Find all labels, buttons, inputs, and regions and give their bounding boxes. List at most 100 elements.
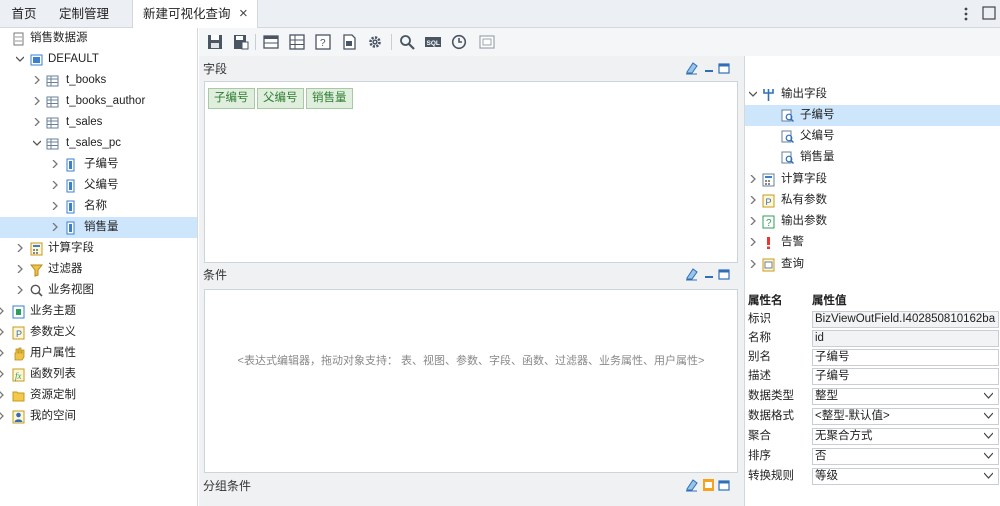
condition-expression-editor[interactable]: <表达式编辑器，拖动对象支持： 表、视图、参数、字段、函数、过滤器、业务属性、用… [204, 289, 738, 473]
minimize-icon[interactable] [704, 61, 714, 75]
chevron-right-icon[interactable] [749, 238, 757, 246]
outline-node-private-params[interactable]: P 私有参数 [745, 190, 1000, 211]
maximize-icon[interactable] [718, 267, 730, 281]
chevron-down-icon[interactable] [33, 139, 41, 147]
transform-rule-select[interactable]: 等级 [812, 468, 999, 485]
tree-node-my-space[interactable]: 我的空间 [0, 406, 197, 427]
chevron-right-icon[interactable] [51, 202, 59, 210]
clock-icon[interactable] [451, 34, 467, 50]
tree-node-field[interactable]: 名称 [0, 196, 197, 217]
data-type-select[interactable]: 整型 [812, 388, 999, 405]
tab-bar: 首页 定制管理 新建可视化查询 × [0, 0, 1000, 29]
chevron-right-icon[interactable] [0, 391, 5, 399]
chevron-right-icon[interactable] [749, 175, 757, 183]
tree-node-table[interactable]: t_books_author [0, 91, 197, 112]
tree-node-functions[interactable]: fx 函数列表 [0, 364, 197, 385]
chevron-right-icon[interactable] [51, 160, 59, 168]
alias-input[interactable]: 子编号 [812, 349, 999, 366]
maximize-icon[interactable] [718, 478, 730, 492]
tree-node-resources[interactable]: 资源定制 [0, 385, 197, 406]
outline-node-alerts[interactable]: 告警 [745, 232, 1000, 253]
svg-text:P: P [16, 329, 22, 339]
eraser-icon[interactable] [684, 61, 698, 75]
chevron-down-icon[interactable] [16, 55, 24, 63]
tree-node-schema[interactable]: DEFAULT [0, 49, 197, 70]
outline-node-output-fields[interactable]: 输出字段 [745, 84, 1000, 105]
tree-node-calc-fields[interactable]: 计算字段 [0, 238, 197, 259]
tree-node-datasource[interactable]: 销售数据源 [0, 28, 197, 49]
tree-node-user-attrs[interactable]: 用户属性 [0, 343, 197, 364]
preview-icon[interactable] [479, 34, 495, 50]
chevron-right-icon[interactable] [749, 217, 757, 225]
sql-icon[interactable]: SQL [425, 34, 441, 50]
aggregate-select[interactable]: 无聚合方式 [812, 428, 999, 445]
field-chip[interactable]: 父编号 [257, 88, 304, 109]
chevron-right-icon[interactable] [749, 196, 757, 204]
eraser-icon[interactable] [684, 478, 698, 492]
chevron-right-icon[interactable] [0, 328, 5, 336]
minimize-icon[interactable] [704, 267, 714, 281]
chevron-right-icon[interactable] [33, 76, 41, 84]
tab-new-visual-query[interactable]: 新建可视化查询 × [132, 0, 258, 29]
tree-label: 资源定制 [30, 389, 76, 401]
chevron-right-icon[interactable] [16, 265, 24, 273]
chevron-right-icon[interactable] [749, 260, 757, 268]
chevron-right-icon[interactable] [33, 118, 41, 126]
tree-node-field[interactable]: 子编号 [0, 154, 197, 175]
outline-node-output-params[interactable]: ? 输出参数 [745, 211, 1000, 232]
chevron-right-icon[interactable] [0, 307, 5, 315]
outline-node-calc-fields[interactable]: 计算字段 [745, 169, 1000, 190]
tree-node-field-selected[interactable]: 销售量 [0, 217, 197, 238]
outline-node-field-selected[interactable]: 子编号 [745, 105, 1000, 126]
field-search-icon [781, 151, 794, 164]
chevron-down-icon[interactable] [749, 90, 757, 98]
group-panel-header: 分组条件 [203, 474, 738, 498]
chevron-right-icon[interactable] [0, 370, 5, 378]
gear-icon[interactable] [367, 34, 383, 50]
tree-node-field[interactable]: 父编号 [0, 175, 197, 196]
sort-select[interactable]: 否 [812, 448, 999, 465]
search-icon[interactable] [399, 34, 415, 50]
tree-label: 销售量 [84, 221, 119, 233]
data-format-select[interactable]: <整型-默认值> [812, 408, 999, 425]
search-icon [30, 284, 43, 297]
tree-node-biz-views[interactable]: 业务视图 [0, 280, 197, 301]
select-value: 整型 [815, 390, 838, 402]
tree-node-filters[interactable]: 过滤器 [0, 259, 197, 280]
document-icon[interactable] [341, 34, 357, 50]
field-chip[interactable]: 子编号 [208, 88, 255, 109]
grid-icon[interactable] [289, 34, 305, 50]
restore-icon[interactable] [702, 478, 715, 492]
outline-node-field[interactable]: 销售量 [745, 147, 1000, 168]
chevron-right-icon[interactable] [16, 286, 24, 294]
tree-node-table[interactable]: t_sales_pc [0, 133, 197, 154]
close-icon[interactable]: × [239, 0, 248, 28]
maximize-icon[interactable] [718, 61, 730, 75]
outline-node-query[interactable]: 查询 [745, 254, 1000, 275]
maximize-icon[interactable] [982, 6, 996, 20]
fields-drop-area[interactable]: 子编号 父编号 销售量 [204, 81, 738, 263]
chevron-right-icon[interactable] [16, 244, 24, 252]
chevron-right-icon[interactable] [51, 181, 59, 189]
tree-node-table[interactable]: t_books [0, 70, 197, 91]
tree-node-param-defs[interactable]: P 参数定义 [0, 322, 197, 343]
chevron-right-icon[interactable] [51, 223, 59, 231]
description-input[interactable]: 子编号 [812, 368, 999, 385]
eraser-icon[interactable] [684, 267, 698, 281]
chevron-right-icon[interactable] [0, 349, 5, 357]
chevron-right-icon[interactable] [33, 97, 41, 105]
field-chip[interactable]: 销售量 [306, 88, 353, 109]
parameter-icon[interactable]: ? [315, 34, 331, 50]
tab-home[interactable]: 首页 [0, 0, 48, 28]
tree-node-table[interactable]: t_sales [0, 112, 197, 133]
chevron-right-icon[interactable] [0, 412, 5, 420]
save-icon[interactable] [207, 34, 223, 50]
save-as-icon[interactable] [233, 34, 249, 50]
outline-node-field[interactable]: 父编号 [745, 126, 1000, 147]
field-search-icon [781, 109, 794, 122]
tab-custom-management[interactable]: 定制管理 [48, 0, 120, 28]
table-view-icon[interactable] [263, 34, 279, 50]
tree-node-biz-topics[interactable]: 业务主题 [0, 301, 197, 322]
property-row: 名称 id [745, 329, 1000, 348]
more-menu-icon[interactable] [962, 6, 970, 22]
